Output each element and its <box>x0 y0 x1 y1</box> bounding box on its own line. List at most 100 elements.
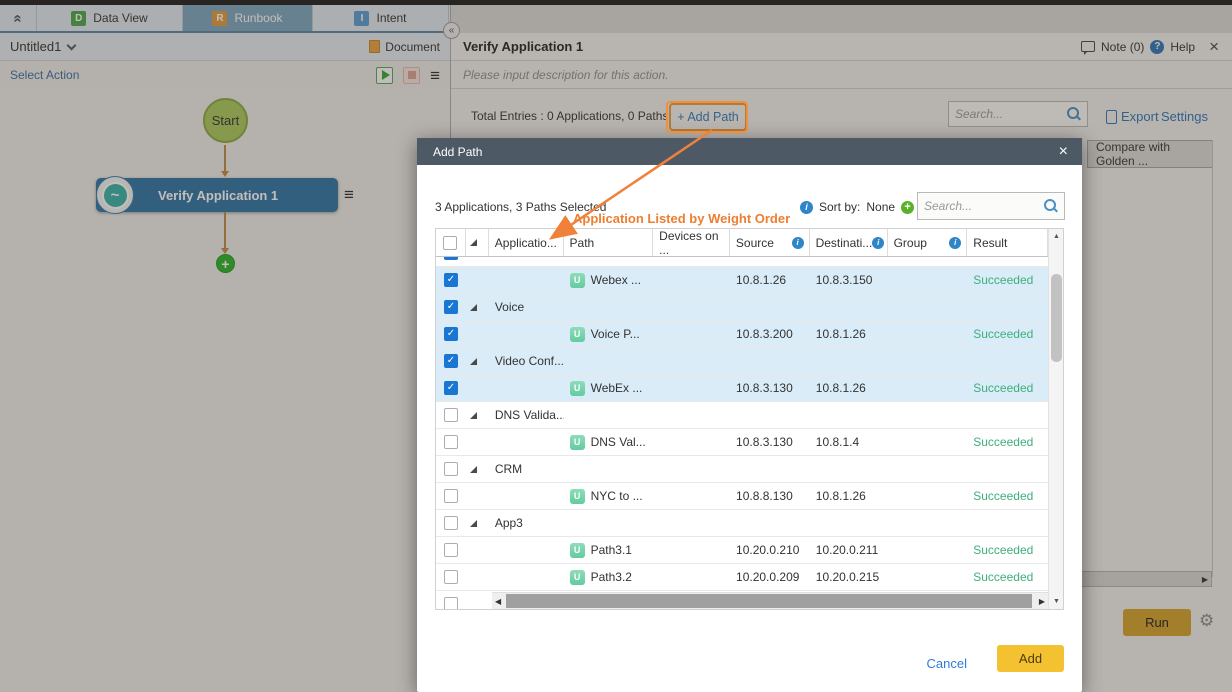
path-type-icon: U <box>570 489 585 504</box>
sort-by-value[interactable]: None <box>866 200 895 214</box>
expand-toggle-icon[interactable] <box>470 466 477 473</box>
add-path-modal: Add Path × 3 Applications, 3 Paths Selec… <box>417 138 1082 692</box>
expand-toggle-icon[interactable] <box>470 412 477 419</box>
modal-titlebar: Add Path × <box>417 138 1082 165</box>
result-text: Succeeded <box>973 489 1033 503</box>
table-row[interactable]: ✓ U Voice P... 10.8.3.200 10.8.1.26 Succeeded <box>436 321 1048 348</box>
destination-ip: 10.8.3.150 <box>816 273 873 287</box>
column-header[interactable]: Groupi <box>888 229 968 256</box>
path-type-icon: U <box>570 435 585 450</box>
table-row[interactable]: ✓ U Webex ... 10.8.1.26 10.8.3.150 Succeeded <box>436 267 1048 294</box>
table-row[interactable]: UPath3.210.20.0.20910.20.0.215Succeeded <box>436 564 1048 591</box>
header-expand-cell <box>466 229 489 256</box>
table-row[interactable]: ✓Video Conf... <box>436 348 1048 375</box>
table-row[interactable]: UPath3.110.20.0.21010.20.0.211Succeeded <box>436 537 1048 564</box>
column-header[interactable]: Destinati...i <box>810 229 888 256</box>
destination-ip: 10.20.0.211 <box>816 543 879 557</box>
horizontal-scroll-thumb[interactable] <box>506 594 1032 608</box>
sort-cluster: i Sort by: None + <box>800 193 914 221</box>
row-checkbox[interactable]: ✓ <box>444 257 458 260</box>
app-screen: « D Data View R Runbook I Intent « Untit… <box>0 0 1232 692</box>
path-name: Path3.2 <box>591 570 632 584</box>
path-type-icon: U <box>570 327 585 342</box>
scroll-left-icon[interactable]: ◀ <box>495 597 501 606</box>
column-header-label: Path <box>570 236 595 250</box>
row-checkbox[interactable]: ✓ <box>444 300 458 314</box>
expand-toggle-icon[interactable] <box>470 358 477 365</box>
table-row[interactable]: DNS Valida... <box>436 402 1048 429</box>
expand-toggle-icon[interactable] <box>470 520 477 527</box>
info-icon[interactable]: i <box>872 237 884 249</box>
path-name: NYC to ... <box>591 489 643 503</box>
application-name: CRM <box>495 462 522 476</box>
table-row-partial: ✓ <box>436 257 1048 267</box>
row-checkbox[interactable] <box>444 543 458 557</box>
path-table: Applicatio...PathDevices on ...SourceiDe… <box>435 228 1064 610</box>
source-ip: 10.8.8.130 <box>736 489 793 503</box>
source-ip: 10.20.0.209 <box>736 570 799 584</box>
cancel-button[interactable]: Cancel <box>927 650 967 677</box>
table-row[interactable]: ✓ Voice <box>436 294 1048 321</box>
row-checkbox[interactable] <box>444 435 458 449</box>
destination-ip: 10.8.1.4 <box>816 435 859 449</box>
table-row[interactable]: ✓UWebEx ...10.8.3.13010.8.1.26Succeeded <box>436 375 1048 402</box>
table-row[interactable]: UNYC to ...10.8.8.13010.8.1.26Succeeded <box>436 483 1048 510</box>
row-checkbox[interactable]: ✓ <box>444 273 458 287</box>
scroll-right-icon[interactable]: ▶ <box>1039 597 1045 606</box>
column-header[interactable]: Path <box>564 229 654 256</box>
result-text: Succeeded <box>973 381 1033 395</box>
destination-ip: 10.8.1.26 <box>816 327 866 341</box>
annotation-label: Application Listed by Weight Order <box>573 211 790 226</box>
collapse-all-icon[interactable] <box>470 239 477 246</box>
vertical-scroll-thumb[interactable] <box>1051 274 1062 362</box>
application-name: Voice <box>495 300 524 314</box>
scroll-down-icon[interactable]: ▼ <box>1049 598 1064 605</box>
info-icon[interactable]: i <box>949 237 961 249</box>
table-row[interactable]: App3 <box>436 510 1048 537</box>
path-type-icon: U <box>570 381 585 396</box>
column-header-label: Devices on ... <box>659 229 729 257</box>
table-horizontal-scrollbar[interactable]: ◀ ▶ <box>492 592 1048 609</box>
expand-toggle-icon[interactable] <box>470 304 477 311</box>
destination-ip: 10.20.0.215 <box>816 570 879 584</box>
row-checkbox[interactable] <box>444 462 458 476</box>
search-icon <box>1044 199 1059 214</box>
info-icon[interactable]: i <box>792 237 804 249</box>
column-header[interactable]: Applicatio... <box>489 229 564 256</box>
select-all-checkbox[interactable] <box>443 236 457 250</box>
column-header[interactable]: Devices on ... <box>653 229 730 256</box>
column-header[interactable]: Result <box>967 229 1048 256</box>
result-text: Succeeded <box>973 435 1033 449</box>
row-checkbox[interactable] <box>444 516 458 530</box>
modal-search-box[interactable] <box>917 192 1065 220</box>
table-row[interactable]: UDNS Val...10.8.3.13010.8.1.4Succeeded <box>436 429 1048 456</box>
application-name: App3 <box>495 516 523 530</box>
result-text: Succeeded <box>973 327 1033 341</box>
source-ip: 10.8.3.130 <box>736 381 793 395</box>
source-ip: 10.8.1.26 <box>736 273 786 287</box>
table-vertical-scrollbar[interactable]: ▲ ▼ <box>1048 229 1063 609</box>
result-text: Succeeded <box>973 273 1033 287</box>
table-row[interactable]: CRM <box>436 456 1048 483</box>
column-header[interactable]: Source i <box>730 229 810 256</box>
column-header-label: Source <box>736 236 774 250</box>
scroll-up-icon[interactable]: ▲ <box>1049 233 1064 240</box>
row-checkbox[interactable] <box>444 570 458 584</box>
add-sort-icon[interactable]: + <box>901 201 914 214</box>
add-button[interactable]: Add <box>997 645 1064 672</box>
row-checkbox[interactable] <box>444 408 458 422</box>
path-name: Webex ... <box>591 273 641 287</box>
row-checkbox[interactable] <box>444 597 458 609</box>
column-header-label: Destinati... <box>816 236 873 250</box>
info-icon[interactable]: i <box>800 201 813 214</box>
modal-close-icon[interactable]: × <box>1059 144 1068 160</box>
row-checkbox[interactable]: ✓ <box>444 354 458 368</box>
source-ip: 10.8.3.200 <box>736 327 793 341</box>
path-name: Voice P... <box>591 327 640 341</box>
row-checkbox[interactable] <box>444 489 458 503</box>
destination-ip: 10.8.1.26 <box>816 381 866 395</box>
row-checkbox[interactable]: ✓ <box>444 327 458 341</box>
modal-search-input[interactable] <box>918 199 1044 213</box>
path-type-icon: U <box>570 273 585 288</box>
row-checkbox[interactable]: ✓ <box>444 381 458 395</box>
